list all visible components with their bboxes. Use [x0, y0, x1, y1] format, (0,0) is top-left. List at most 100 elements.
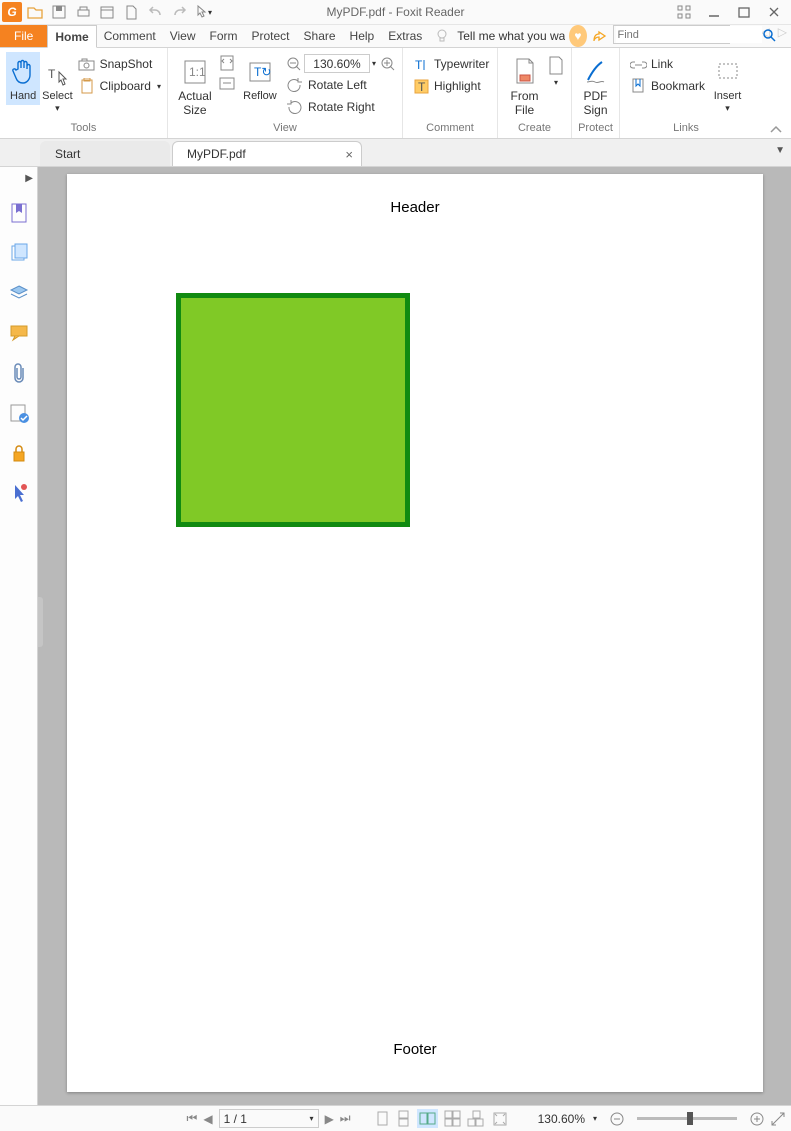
share-panel-icon[interactable]: [8, 482, 30, 504]
tab-menu-icon[interactable]: ▼: [775, 145, 785, 156]
prev-page-icon[interactable]: ◀: [203, 1112, 212, 1126]
continuous-page-icon[interactable]: [396, 1110, 411, 1127]
first-page-icon[interactable]: ⏮: [187, 1111, 198, 1126]
pdfsign-label1: PDF: [584, 89, 608, 103]
rotate-left-icon: [286, 78, 304, 93]
save-icon[interactable]: [50, 3, 68, 21]
snapshot-tool[interactable]: SnapShot: [78, 54, 161, 74]
clipboard-icon: [78, 78, 96, 94]
separate-cover-icon[interactable]: [467, 1110, 486, 1127]
menu-home[interactable]: Home: [47, 25, 96, 48]
bookmark-label: Bookmark: [651, 79, 705, 93]
maximize-icon[interactable]: [735, 5, 753, 19]
menu-share[interactable]: Share: [297, 25, 343, 47]
fullscreen-icon[interactable]: [771, 1112, 785, 1126]
window-icon[interactable]: [98, 3, 116, 21]
typewriter-tool[interactable]: TTypewriter: [412, 54, 489, 74]
tab-start-label: Start: [55, 147, 80, 161]
zoom-readout: 130.60%: [538, 1112, 585, 1126]
fit-page-icon[interactable]: [218, 54, 236, 72]
tell-me-search[interactable]: Tell me what you wa: [435, 25, 565, 47]
menu-comment[interactable]: Comment: [97, 25, 163, 47]
typewriter-icon: T: [412, 57, 430, 72]
find-input[interactable]: [616, 26, 762, 43]
zoom-in-status-icon[interactable]: [749, 1111, 765, 1127]
rotate-right-icon: [286, 100, 304, 115]
bookmarks-panel-icon[interactable]: [8, 202, 30, 224]
menu-protect[interactable]: Protect: [245, 25, 297, 47]
collapse-ribbon-icon[interactable]: [769, 124, 783, 134]
fit-options-icon[interactable]: [492, 1111, 508, 1127]
reflow-tool[interactable]: T↻ Reflow: [240, 52, 280, 105]
sign-icon: [584, 54, 608, 90]
select-icon: T: [45, 54, 69, 90]
undo-icon[interactable]: [146, 3, 164, 21]
menu-help[interactable]: Help: [343, 25, 382, 47]
pdf-page: Header Footer: [67, 174, 763, 1092]
tab-document[interactable]: MyPDF.pdf ×: [172, 141, 362, 166]
print-icon[interactable]: [74, 3, 92, 21]
single-page-icon[interactable]: [375, 1110, 390, 1127]
layers-panel-icon[interactable]: [8, 282, 30, 304]
redo-icon[interactable]: [170, 3, 188, 21]
bookmark-tool[interactable]: Bookmark: [629, 76, 705, 96]
tools-group-label: Tools: [0, 122, 167, 138]
minimize-icon[interactable]: [705, 5, 723, 19]
actualsize-label2: Size: [183, 103, 206, 117]
svg-text:T: T: [415, 58, 423, 72]
app-logo: G: [2, 2, 22, 22]
highlight-tool[interactable]: THighlight: [412, 76, 489, 96]
file-menu[interactable]: File: [0, 25, 47, 47]
page-input[interactable]: 1 / 1▾: [219, 1109, 319, 1128]
share-arrow-icon[interactable]: [593, 25, 609, 47]
zoom-slider[interactable]: [637, 1117, 737, 1120]
pages-panel-icon[interactable]: [8, 242, 30, 264]
zoom-in-icon[interactable]: [380, 56, 396, 72]
menu-extras[interactable]: Extras: [381, 25, 429, 47]
facing-page-icon[interactable]: [417, 1109, 438, 1128]
attachments-panel-icon[interactable]: [8, 362, 30, 384]
find-box[interactable]: [613, 25, 730, 44]
zoom-slider-thumb[interactable]: [687, 1112, 693, 1125]
nav-fwd-icon[interactable]: ▷: [774, 25, 791, 47]
document-viewer[interactable]: Header Footer: [38, 167, 791, 1105]
newdoc-icon[interactable]: [122, 3, 140, 21]
svg-text:T: T: [48, 67, 56, 81]
tab-close-icon[interactable]: ×: [345, 147, 353, 162]
menu-form[interactable]: Form: [203, 25, 245, 47]
blank-pdf-icon[interactable]: [547, 56, 565, 76]
tab-doc-label: MyPDF.pdf: [187, 147, 246, 161]
actual-size-tool[interactable]: 1:1 ActualSize: [174, 52, 216, 120]
zoom-out-icon[interactable]: [286, 56, 302, 72]
sidebar-toggle-icon[interactable]: ▶: [25, 173, 33, 184]
open-icon[interactable]: [26, 3, 44, 21]
from-file-icon: [512, 54, 538, 90]
rotate-right-tool[interactable]: Rotate Right: [286, 97, 396, 117]
security-panel-icon[interactable]: [8, 442, 30, 464]
from-file-tool[interactable]: FromFile: [504, 52, 545, 120]
continuous-facing-icon[interactable]: [444, 1110, 461, 1127]
reflow-label: Reflow: [243, 90, 277, 103]
rotate-left-tool[interactable]: Rotate Left: [286, 75, 396, 95]
zoom-input[interactable]: [304, 54, 370, 73]
zoom-out-status-icon[interactable]: [609, 1111, 625, 1127]
close-icon[interactable]: [765, 5, 783, 19]
fit-width-icon[interactable]: [218, 76, 236, 91]
arrange-icon[interactable]: [675, 5, 693, 19]
link-tool[interactable]: Link: [629, 54, 705, 74]
last-page-icon[interactable]: ⏭: [340, 1111, 351, 1126]
feedback-icon[interactable]: ♥: [569, 25, 586, 47]
insert-tool[interactable]: Insert ▾: [709, 52, 746, 116]
hand-tool[interactable]: Hand: [6, 52, 40, 105]
menu-view[interactable]: View: [163, 25, 203, 47]
select-tool[interactable]: T Select ▾: [40, 52, 74, 116]
signatures-panel-icon[interactable]: [8, 402, 30, 424]
next-page-icon[interactable]: ▶: [325, 1112, 334, 1126]
clipboard-tool[interactable]: Clipboard▾: [78, 76, 161, 96]
search-icon[interactable]: [762, 28, 776, 42]
pdf-sign-tool[interactable]: PDFSign: [578, 52, 613, 120]
comments-panel-icon[interactable]: [8, 322, 30, 344]
tab-start[interactable]: Start: [40, 141, 170, 166]
sidebar-grab-handle[interactable]: [38, 597, 43, 647]
cursor-mode-icon[interactable]: ▾: [194, 3, 212, 21]
